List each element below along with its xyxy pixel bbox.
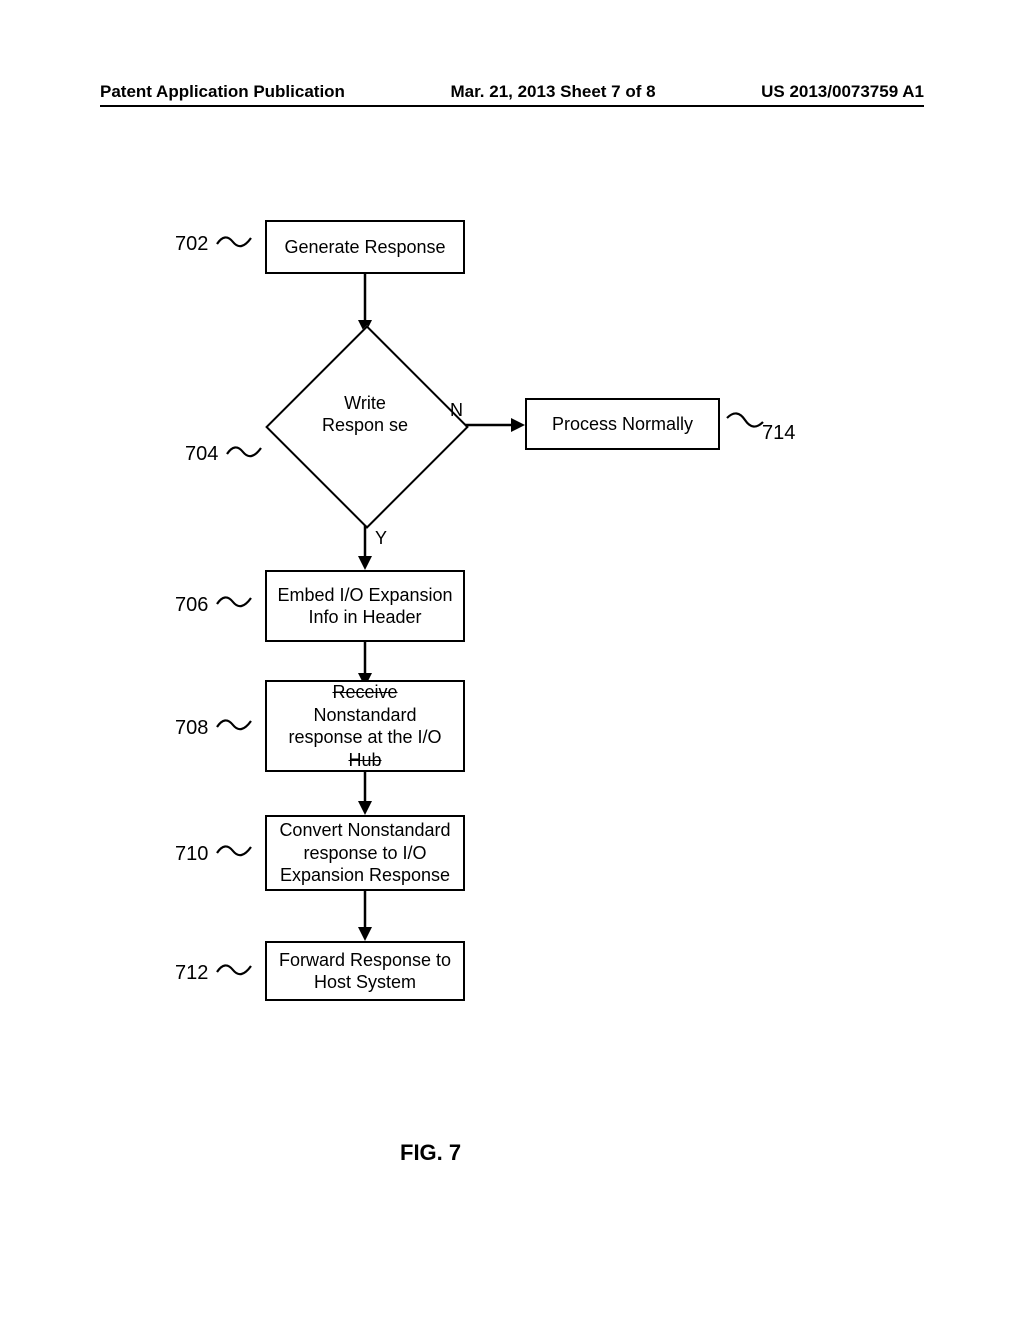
leader-714 [725, 410, 753, 426]
leader-706 [215, 590, 243, 606]
leader-710 [215, 839, 243, 855]
ref-714: 714 [762, 422, 795, 445]
ref-706: 706 [175, 594, 208, 617]
leader-704 [225, 440, 253, 456]
edge-yes-label: Y [375, 528, 387, 549]
step-generate-response: Generate Response [265, 220, 465, 274]
header-right: US 2013/0073759 A1 [761, 82, 924, 102]
step-receive-nonstandard: Receive Nonstandard response at the I/O … [265, 680, 465, 772]
ref-702: 702 [175, 233, 208, 256]
ref-708: 708 [175, 717, 208, 740]
step-process-normally: Process Normally [525, 398, 720, 450]
flowchart: Generate Response 702 Write Respon se 70… [0, 200, 1024, 1100]
ref-704: 704 [185, 443, 218, 466]
arrow-708-to-710 [363, 772, 367, 815]
leader-708 [215, 713, 243, 729]
decision-write-response [265, 325, 469, 529]
figure-label: FIG. 7 [400, 1140, 461, 1166]
step-embed-io-expansion: Embed I/O Expansion Info in Header [265, 570, 465, 642]
step-convert-nonstandard: Convert Nonstandard response to I/O Expa… [265, 815, 465, 891]
page-header: Patent Application Publication Mar. 21, … [100, 82, 924, 102]
ref-710: 710 [175, 843, 208, 866]
arrow-710-to-712 [363, 891, 367, 941]
arrow-no [465, 423, 525, 427]
header-left: Patent Application Publication [100, 82, 345, 102]
arrow-yes [363, 525, 367, 570]
leader-702 [215, 230, 243, 246]
ref-712: 712 [175, 962, 208, 985]
strikethrough-hub: Hub [348, 750, 381, 770]
edge-no-label: N [450, 400, 463, 421]
step-forward-response: Forward Response to Host System [265, 941, 465, 1001]
leader-712 [215, 958, 243, 974]
header-rule [100, 105, 924, 107]
header-center: Mar. 21, 2013 Sheet 7 of 8 [451, 82, 656, 102]
strikethrough-receive: Receive [332, 682, 397, 702]
